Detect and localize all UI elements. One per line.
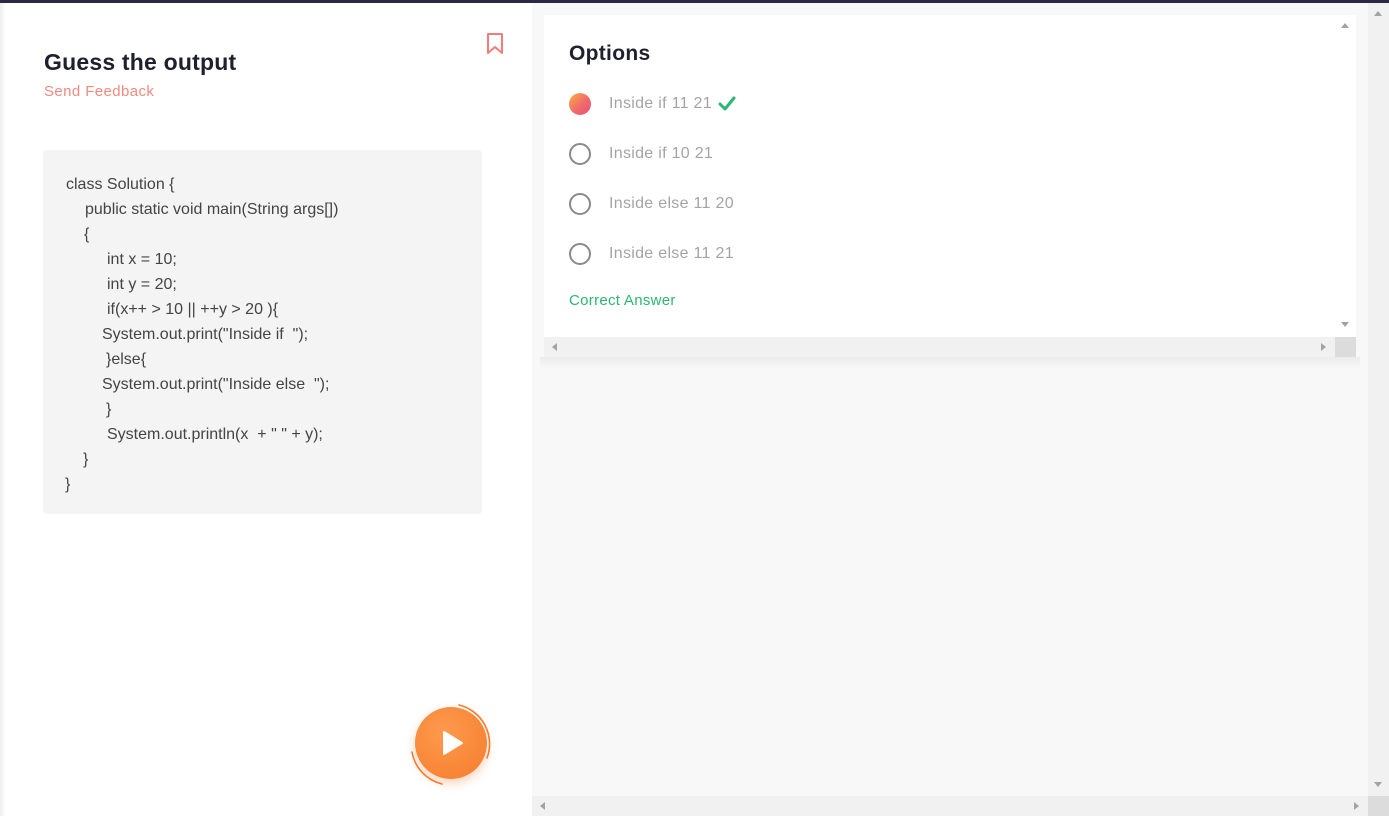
code-line: { [84,226,90,243]
option-4[interactable]: Inside else 11 21 [569,242,989,268]
scroll-right-arrow-icon[interactable] [1321,343,1326,351]
code-line: } [106,401,112,418]
options-vertical-scrollbar[interactable] [1335,15,1356,337]
options-card: Options Inside if 11 21 Inside if 10 21 … [544,15,1335,337]
page-vertical-scrollbar[interactable] [1368,3,1389,796]
scroll-up-arrow-icon[interactable] [1341,23,1349,28]
scroll-down-arrow-icon[interactable] [1341,322,1349,327]
scroll-up-arrow-icon[interactable] [1374,11,1382,16]
card-shadow [540,357,1360,369]
option-label: Inside if 10 21 [609,145,714,162]
code-line: if(x++ > 10 || ++y > 20 ){ [107,301,279,318]
page-horizontal-scrollbar[interactable] [532,796,1368,816]
code-line: int y = 20; [107,276,177,293]
option-label: Inside else 11 21 [609,245,734,262]
radio-selected[interactable] [569,93,591,115]
radio-button[interactable] [569,143,591,165]
code-line: System.out.print("Inside if "); [102,326,309,343]
code-line: } [83,451,89,468]
option-3[interactable]: Inside else 11 20 [569,192,989,218]
code-line: System.out.print("Inside else "); [102,376,330,393]
panel-shade [0,3,6,816]
scroll-left-arrow-icon[interactable] [540,802,545,810]
code-line: int x = 10; [107,251,177,268]
scroll-right-arrow-icon[interactable] [1354,802,1359,810]
question-panel: Guess the output Send Feedback class Sol… [0,3,532,816]
play-icon [443,731,463,755]
option-1[interactable]: Inside if 11 21 [569,92,989,118]
code-line: class Solution { [66,176,175,193]
code-line: }else{ [106,351,147,368]
radio-button[interactable] [569,243,591,265]
code-block: class Solution { public static void main… [43,150,482,514]
scrollbar-corner [1368,796,1389,816]
option-label: Inside else 11 20 [609,195,734,212]
scrollbar-corner [1335,337,1356,357]
run-code-button[interactable] [415,707,487,779]
options-title: Options [569,42,651,65]
scroll-down-arrow-icon[interactable] [1374,782,1382,787]
bookmark-icon[interactable] [486,32,504,56]
code-line: public static void main(String args[]) [85,201,339,218]
send-feedback-link[interactable]: Send Feedback [44,83,154,100]
scroll-left-arrow-icon[interactable] [552,343,557,351]
option-2[interactable]: Inside if 10 21 [569,142,989,168]
correct-answer-label: Correct Answer [569,292,676,309]
run-button-wrapper [407,700,497,790]
code-line: System.out.println(x + " " + y); [107,426,323,443]
check-icon [718,96,736,111]
question-title: Guess the output [44,49,237,75]
code-line: } [65,476,71,493]
option-label: Inside if 11 21 [609,95,712,112]
options-horizontal-scrollbar[interactable] [544,337,1335,357]
radio-button[interactable] [569,193,591,215]
